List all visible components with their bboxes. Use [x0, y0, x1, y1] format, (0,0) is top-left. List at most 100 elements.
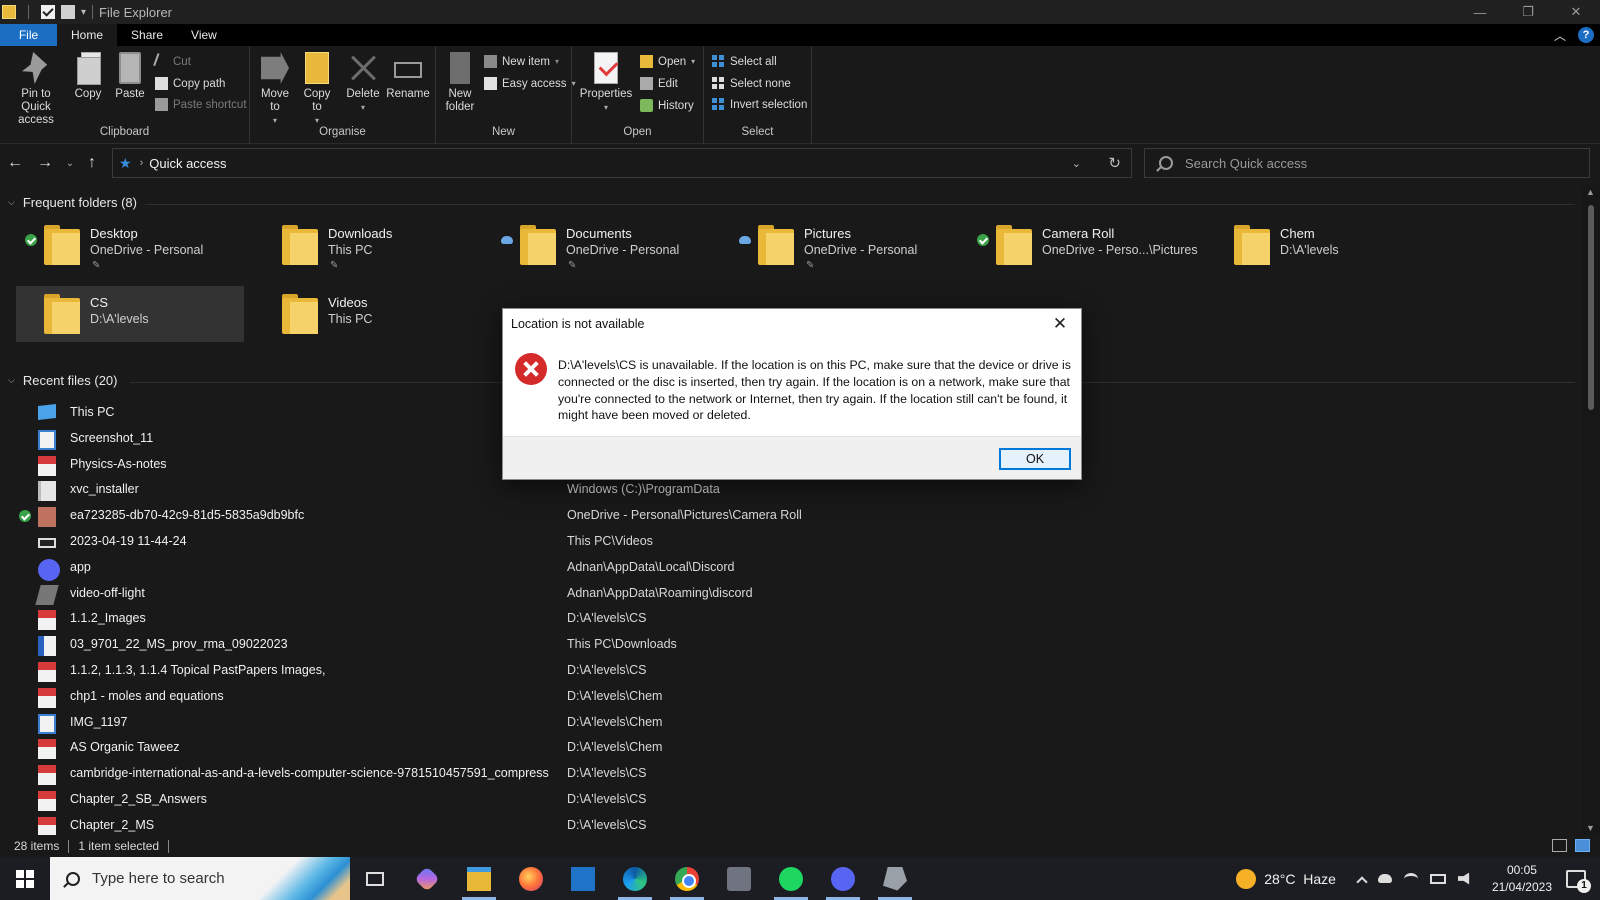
taskbar-search-box[interactable] — [50, 857, 350, 900]
recent-file-row[interactable]: 1.1.2_Images D:\A'levels\CS — [0, 606, 1580, 632]
up-icon[interactable]: ↑ — [80, 154, 104, 172]
clock[interactable]: 00:05 21/04/2023 — [1492, 862, 1552, 896]
copy-path-button[interactable]: Copy path — [155, 77, 225, 90]
frequent-folders-header[interactable]: ⌵ Frequent folders (8) — [8, 195, 137, 210]
move-to-button[interactable]: Move to ▾ — [258, 52, 292, 127]
address-bar[interactable]: ★ › Quick access ⌄ ↻ — [112, 148, 1132, 178]
close-window-button[interactable]: ✕ — [1552, 0, 1600, 24]
select-group: Select all Select none Invert selection … — [704, 46, 812, 144]
onedrive-icon[interactable] — [1377, 874, 1392, 883]
taskbar-task-view-button[interactable] — [350, 857, 400, 900]
new-item-button[interactable]: New item ▾ — [484, 55, 559, 68]
address-dropdown-icon[interactable]: ⌄ — [1072, 157, 1081, 170]
recent-files-header[interactable]: ⌵ Recent files (20) — [8, 373, 117, 388]
invert-selection-button[interactable]: Invert selection — [712, 98, 807, 111]
recent-file-row[interactable]: chp1 - moles and equations D:\A'levels\Ch… — [0, 684, 1580, 710]
dialog-close-button[interactable]: ✕ — [1049, 313, 1071, 335]
copy-to-button[interactable]: Copy to ▾ — [300, 52, 334, 127]
taskbar-search-input[interactable] — [92, 870, 272, 887]
taskbar-tool-button[interactable] — [870, 857, 920, 900]
cut-button[interactable]: Cut — [153, 53, 191, 70]
taskbar-file-explorer-button[interactable] — [454, 857, 504, 900]
copy-button[interactable]: Copy — [72, 52, 104, 101]
maximize-button[interactable]: ❐ — [1504, 0, 1552, 24]
minimize-button[interactable]: — — [1456, 0, 1504, 24]
recent-file-row[interactable]: IMG_1197 D:\A'levels\Chem — [0, 710, 1580, 736]
recent-file-row[interactable]: AS Organic Taweez D:\A'levels\Chem — [0, 735, 1580, 761]
edit-button[interactable]: Edit — [640, 77, 678, 90]
taskbar-chrome-button[interactable] — [662, 857, 712, 900]
recent-file-row[interactable]: 2023-04-19 11-44-24 This PC\Videos — [0, 529, 1580, 555]
taskbar-spotify-button[interactable] — [766, 857, 816, 900]
recent-file-row[interactable]: xvc_installer Windows (C:)\ProgramData — [0, 477, 1580, 503]
recent-file-row[interactable]: ea723285-db70-42c9-81d5-5835a9db9bfc OneD… — [0, 503, 1580, 529]
wifi-icon[interactable] — [1403, 872, 1418, 885]
folder-tile[interactable]: Documents OneDrive - Personal ✎ — [492, 217, 720, 273]
scroll-down-icon[interactable]: ▼ — [1586, 823, 1595, 833]
history-button[interactable]: History — [640, 99, 694, 112]
taskbar-edge-button[interactable] — [610, 857, 660, 900]
new-folder-icon[interactable] — [61, 5, 75, 19]
paste-button[interactable]: Paste — [114, 52, 146, 101]
search-input[interactable] — [1185, 155, 1565, 171]
taskbar-calculator-button[interactable] — [714, 857, 764, 900]
easy-access-button[interactable]: Easy access ▾ — [484, 77, 576, 90]
recent-file-row[interactable]: Chapter_2_SB_Answers D:\A'levels\CS — [0, 787, 1580, 813]
taskbar-firefox-button[interactable] — [506, 857, 556, 900]
back-icon[interactable]: ← — [0, 154, 30, 172]
breadcrumb-chevron-icon[interactable]: › — [140, 157, 144, 169]
minimize-ribbon-icon[interactable]: ︿ — [1554, 27, 1566, 44]
properties-button[interactable]: Properties ▾ — [580, 52, 632, 114]
folder-tile[interactable]: CS D:\A'levels — [16, 286, 244, 342]
large-icons-view-icon[interactable] — [1575, 839, 1590, 852]
show-hidden-icons-icon[interactable] — [1356, 875, 1368, 888]
recent-file-row[interactable]: video-off-light Adnan\AppData\Roaming\dis… — [0, 581, 1580, 607]
folder-tile[interactable]: Camera Roll OneDrive - Perso...\Pictures — [968, 217, 1198, 273]
weather-widget[interactable]: 28°C Haze — [1236, 868, 1336, 889]
details-view-icon[interactable] — [1552, 839, 1567, 852]
paste-shortcut-button[interactable]: Paste shortcut — [155, 98, 247, 111]
select-none-button[interactable]: Select none — [712, 77, 791, 90]
breadcrumb[interactable]: Quick access — [149, 156, 226, 171]
recent-file-row[interactable]: 1.1.2, 1.1.3, 1.1.4 Topical PastPapers I… — [0, 658, 1580, 684]
folder-tile[interactable]: Pictures OneDrive - Personal ✎ — [730, 217, 958, 273]
search-highlight-image — [260, 857, 350, 900]
folder-tile[interactable]: Videos This PC — [254, 286, 482, 342]
recent-file-row[interactable]: 03_9701_22_MS_prov_rma_09022023 This PC\D… — [0, 632, 1580, 658]
notifications-icon[interactable]: 1 — [1566, 869, 1591, 893]
delete-button[interactable]: Delete ▾ — [345, 52, 381, 114]
select-all-button[interactable]: Select all — [712, 55, 777, 68]
tab-file[interactable]: File — [0, 24, 57, 46]
folder-tile[interactable]: Chem D:\A'levels — [1206, 217, 1434, 273]
taskbar-copilot-button[interactable] — [402, 857, 452, 900]
scroll-up-icon[interactable]: ▲ — [1586, 187, 1595, 197]
rename-button[interactable]: Rename — [386, 52, 430, 101]
customize-toolbar-icon[interactable]: ▾ — [81, 7, 86, 18]
taskbar-mail-button[interactable] — [558, 857, 608, 900]
pin-to-quick-access-button[interactable]: Pin to Quick access — [6, 52, 66, 127]
recent-file-row[interactable]: Chapter_2_MS D:\A'levels\CS — [0, 813, 1580, 835]
scroll-thumb[interactable] — [1588, 205, 1594, 410]
ok-button[interactable]: OK — [999, 448, 1071, 470]
battery-icon[interactable] — [1429, 873, 1446, 884]
start-button[interactable] — [0, 857, 50, 900]
refresh-icon[interactable]: ↻ — [1108, 154, 1121, 172]
tab-home[interactable]: Home — [57, 24, 118, 46]
vertical-scrollbar[interactable]: ▲ ▼ — [1582, 185, 1600, 835]
forward-icon[interactable]: → — [30, 154, 60, 172]
open-button[interactable]: Open ▾ — [640, 55, 695, 68]
recent-file-row[interactable]: app Adnan\AppData\Local\Discord — [0, 555, 1580, 581]
new-folder-button[interactable]: New folder — [442, 52, 478, 114]
help-icon[interactable]: ? — [1578, 27, 1594, 43]
taskbar-discord-button[interactable] — [818, 857, 868, 900]
recent-file-row[interactable]: cambridge-international-as-and-a-levels-… — [0, 761, 1580, 787]
volume-icon[interactable] — [1457, 872, 1470, 885]
properties-icon[interactable] — [41, 5, 55, 19]
folder-tile[interactable]: Desktop OneDrive - Personal ✎ — [16, 217, 244, 273]
recent-locations-icon[interactable]: ⌄ — [60, 158, 80, 169]
search-box[interactable] — [1144, 148, 1590, 178]
folder-tile[interactable]: Downloads This PC ✎ — [254, 217, 482, 273]
tab-share[interactable]: Share — [117, 24, 177, 46]
tab-view[interactable]: View — [177, 24, 231, 46]
file-name: xvc_installer — [70, 482, 139, 497]
